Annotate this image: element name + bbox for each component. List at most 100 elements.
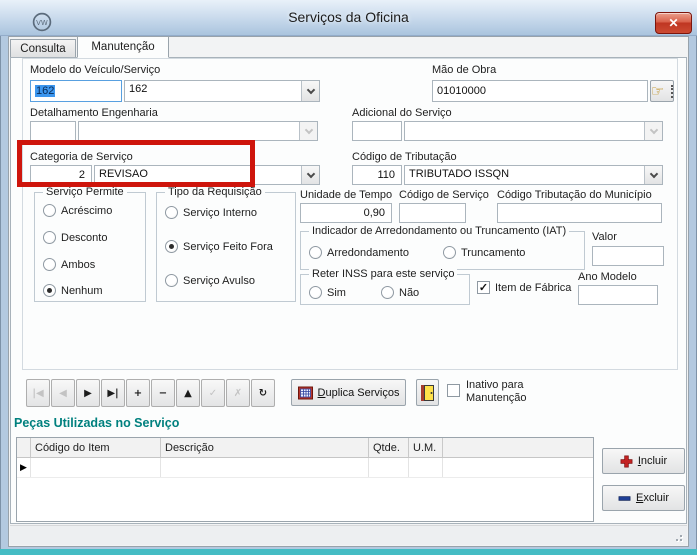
iat-groupbox: Indicador de Arredondamento ou Truncamen… (300, 225, 585, 270)
radio-ambos[interactable]: Ambos (43, 258, 95, 271)
close-icon: ✕ (668, 16, 679, 30)
detalhamento-label: Detalhamento Engenharia (30, 107, 158, 119)
chevron-down-icon[interactable] (301, 166, 319, 184)
radio-icon (309, 286, 322, 299)
pecas-grid[interactable]: Código do Item Descrição Qtde. U.M. ▶ (16, 437, 594, 522)
radio-sim[interactable]: Sim (309, 286, 346, 299)
door-icon (421, 384, 434, 401)
item-fabrica-checkbox[interactable]: ✓ Item de Fábrica (477, 281, 571, 294)
incluir-button[interactable]: Incluir (602, 448, 685, 474)
window-title: Serviços da Oficina (288, 9, 409, 25)
nav-insert-button[interactable]: + (126, 379, 150, 407)
resize-grip[interactable] (670, 529, 682, 541)
radio-servico-interno[interactable]: Serviço Interno (165, 206, 257, 219)
unidade-tempo-label: Unidade de Tempo (300, 189, 393, 201)
grid-empty-row[interactable]: ▶ (17, 458, 593, 478)
inativo-manutencao-label: Inativo para Manutenção (466, 379, 527, 404)
categoria-label: Categoria de Serviço (30, 151, 133, 163)
red-plus-icon (620, 455, 633, 467)
codigo-servico-input[interactable] (399, 203, 466, 223)
radio-icon (165, 274, 178, 287)
mao-de-obra-lookup-button[interactable]: ☞ (650, 80, 674, 102)
nav-post-button[interactable]: ✓ (201, 379, 225, 407)
radio-selected-icon (43, 284, 56, 297)
categoria-combobox[interactable]: REVISAO (94, 165, 320, 185)
duplicate-grid-icon (297, 386, 313, 399)
tributacao-label: Código de Tributação (352, 151, 457, 163)
radio-servico-avulso[interactable]: Serviço Avulso (165, 274, 255, 287)
nav-next-button[interactable]: ▶ (76, 379, 100, 407)
radio-nao[interactable]: Não (381, 286, 419, 299)
modelo-label: Modelo do Veículo/Serviço (30, 64, 161, 76)
mao-de-obra-input[interactable]: 01010000 (432, 80, 648, 102)
ano-modelo-label: Ano Modelo (578, 271, 637, 283)
valor-input[interactable] (592, 246, 664, 266)
codigo-municipio-input[interactable] (497, 203, 662, 223)
tributacao-combobox[interactable]: TRIBUTADO ISSQN (404, 165, 663, 185)
codigo-servico-label: Código de Serviço (399, 189, 489, 201)
grid-indicator-header (17, 438, 31, 457)
nav-edit-button[interactable]: ▲ (176, 379, 200, 407)
dotted-menu-icon (671, 84, 674, 98)
nav-last-button[interactable]: ▶| (101, 379, 125, 407)
adicional-code-input[interactable] (352, 121, 402, 141)
codigo-municipio-label: Código Tributação do Município (497, 189, 652, 201)
tributacao-code-input[interactable]: 110 (352, 165, 402, 185)
radio-icon (165, 206, 178, 219)
radio-selected-icon (165, 240, 178, 253)
reter-inss-groupbox: Reter INSS para este serviço Sim Não (300, 268, 470, 305)
radio-acrescimo[interactable]: Acréscimo (43, 204, 112, 217)
chevron-down-icon[interactable] (644, 166, 662, 184)
chevron-down-icon[interactable] (301, 81, 319, 101)
grid-col-um[interactable]: U.M. (409, 438, 443, 457)
exit-door-button[interactable] (416, 379, 439, 406)
duplica-servicos-button[interactable]: Duplica Serviços (291, 379, 406, 406)
checkmark-icon: ✓ (477, 281, 490, 294)
nav-refresh-button[interactable]: ↻ (251, 379, 275, 407)
status-bar (10, 525, 687, 545)
db-navigator: |◀ ◀ ▶ ▶| + − ▲ ✓ ✗ ↻ (26, 379, 276, 407)
ano-modelo-input[interactable] (578, 285, 658, 305)
checkbox-empty-icon (447, 384, 460, 397)
chevron-down-icon (644, 122, 662, 140)
blue-minus-icon (618, 495, 631, 501)
modelo-combobox[interactable]: 162 (124, 80, 320, 102)
radio-nenhum[interactable]: Nenhum (43, 284, 103, 297)
bottom-edge-strip (0, 549, 697, 555)
grid-header-row: Código do Item Descrição Qtde. U.M. (17, 438, 593, 458)
detalhamento-combobox (78, 121, 318, 141)
radio-icon (43, 258, 56, 271)
tab-manutencao[interactable]: Manutenção (77, 36, 169, 58)
pecas-section-heading: Peças Utilizadas no Serviço (14, 416, 180, 430)
radio-servico-feito-fora[interactable]: Serviço Feito Fora (165, 240, 273, 253)
servicos-da-oficina-window: VW Serviços da Oficina ✕ Consulta Manute… (0, 0, 697, 555)
unidade-tempo-input[interactable]: 0,90 (300, 203, 392, 223)
grid-col-codigo[interactable]: Código do Item (31, 438, 161, 457)
radio-desconto[interactable]: Desconto (43, 231, 107, 244)
nav-delete-button[interactable]: − (151, 379, 175, 407)
radio-truncamento[interactable]: Truncamento (443, 246, 525, 259)
detalhamento-code-input[interactable] (30, 121, 76, 141)
nav-cancel-button[interactable]: ✗ (226, 379, 250, 407)
inativo-manutencao-checkbox[interactable] (447, 384, 460, 397)
adicional-combobox (404, 121, 663, 141)
modelo-code-input[interactable]: 162 (30, 80, 122, 102)
nav-first-button[interactable]: |◀ (26, 379, 50, 407)
categoria-code-input[interactable]: 2 (30, 165, 92, 185)
tipo-requisicao-groupbox: Tipo da Requisição Serviço Interno Servi… (156, 186, 296, 302)
grid-col-qtde[interactable]: Qtde. (369, 438, 409, 457)
title-bar[interactable]: VW Serviços da Oficina ✕ (0, 0, 697, 36)
servico-permite-groupbox: Serviço Permite Acréscimo Desconto Ambos… (34, 186, 146, 302)
chevron-down-icon (299, 122, 317, 140)
close-button[interactable]: ✕ (655, 12, 692, 34)
radio-icon (443, 246, 456, 259)
mao-de-obra-label: Mão de Obra (432, 64, 497, 76)
excluir-button[interactable]: Excluir (602, 485, 685, 511)
radio-arredondamento[interactable]: Arredondamento (309, 246, 409, 259)
nav-prior-button[interactable]: ◀ (51, 379, 75, 407)
radio-icon (309, 246, 322, 259)
tab-consulta[interactable]: Consulta (10, 39, 76, 57)
row-indicator-icon: ▶ (20, 462, 27, 472)
hand-pointer-icon: ☞ (650, 82, 665, 100)
grid-col-descricao[interactable]: Descrição (161, 438, 369, 457)
